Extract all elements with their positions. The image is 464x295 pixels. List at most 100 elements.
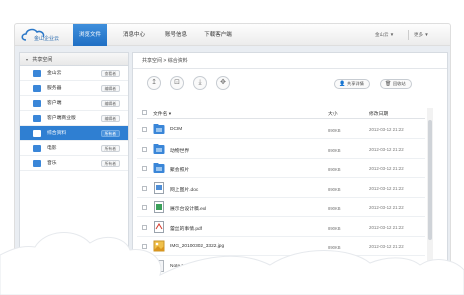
menu-divider: [408, 30, 409, 40]
row-checkbox[interactable]: [142, 224, 147, 230]
scrollbar-thumb[interactable]: [428, 120, 432, 240]
sidebar-item-label: 金山云: [47, 71, 62, 76]
file-browser-panel: 共享空间 > 综合资料 ↥ ⊡ ⤓ ✥ 👤 共享详情 🗑 回收站 文件名 ▾ 大…: [132, 52, 448, 295]
logo[interactable]: 金山企业云: [20, 26, 72, 44]
role-badge: 所有者: [100, 145, 120, 152]
sidebar-list: 金山云 查看者 服务器 编辑者 客户端 编辑者 客户端商业版 编辑者 综合资料 所有者 电影 所有者音…: [20, 66, 128, 171]
row-checkbox[interactable]: [142, 166, 147, 171]
role-badge: 所有者: [100, 130, 120, 137]
table-row[interactable]: 蕾丝的事情.pdf 890KB 2012-03-12 21:22: [137, 218, 425, 237]
file-modified-date: 2012-03-12 21:22: [369, 185, 404, 191]
file-name[interactable]: 蕾丝的事情.pdf: [170, 225, 202, 232]
file-modified-date: 2012-03-12 21:22: [369, 224, 404, 230]
recycle-bin-label: 回收站: [393, 81, 406, 86]
shared-folder-icon: [33, 145, 41, 152]
sidebar-item-6[interactable]: 音乐 所有者: [20, 156, 128, 171]
file-size: 890KB: [328, 186, 341, 192]
select-all-checkbox[interactable]: [142, 110, 147, 115]
shared-folder-icon: [33, 70, 41, 77]
row-checkbox[interactable]: [142, 263, 147, 269]
table-row[interactable]: IMG_20100302_3322.jpg 890KB 2012-03-12 21:…: [137, 237, 425, 256]
sidebar: ▾ 共享空间 金山云 查看者 服务器 编辑者 客户端 编辑者 客户端商业版 编辑者 综合资料 所有…: [19, 52, 129, 292]
row-checkbox[interactable]: [142, 146, 147, 152]
table-row[interactable]: 动物世界 890KB 2012-03-12 21:22: [137, 140, 425, 159]
sidebar-item-label: 综合资料: [47, 131, 67, 136]
row-checkbox[interactable]: [142, 205, 147, 210]
pdf-icon: [153, 220, 165, 233]
sidebar-header[interactable]: ▾ 共享空间: [20, 53, 128, 66]
word-document-icon: [153, 181, 165, 194]
nav-browse-files[interactable]: 浏览文件: [73, 24, 107, 46]
table-row[interactable]: 网上图片.doc 890KB 2012-03-12 21:22: [137, 179, 425, 198]
file-modified-date: 2012-03-12 21:22: [369, 166, 404, 171]
column-name[interactable]: 文件名 ▾: [153, 110, 171, 117]
upload-button[interactable]: ↥: [147, 76, 161, 90]
sidebar-item-label: 音乐: [47, 161, 57, 166]
table-row[interactable]: 展示台设计稿.exl 890KB 2012-03-12 21:22: [137, 198, 425, 217]
move-icon: ✥: [220, 79, 226, 86]
table-row[interactable]: DCIM 890KB 2012-03-12 21:22: [137, 120, 425, 139]
sidebar-item-0[interactable]: 金山云 查看者: [20, 66, 128, 81]
nav-account-info[interactable]: 账号信息: [161, 24, 191, 46]
nav-download-client[interactable]: 下载客户端: [201, 24, 235, 46]
folder-icon: [153, 143, 165, 155]
role-badge: 编辑者: [100, 115, 120, 122]
shared-folder-icon: [33, 85, 41, 92]
more-menu[interactable]: 更多 ▼: [414, 24, 429, 46]
file-name[interactable]: 网上图片.doc: [170, 186, 198, 193]
file-name[interactable]: IMG_20100302_3322.jpg: [170, 244, 224, 249]
vertical-scrollbar[interactable]: [427, 108, 433, 290]
file-size: 890KB: [328, 167, 341, 172]
file-modified-date: 2012-03-12 21:22: [369, 244, 404, 249]
row-checkbox[interactable]: [142, 244, 147, 249]
table-row[interactable]: 聚会照片 890KB 2012-03-12 21:22: [137, 159, 425, 178]
file-name[interactable]: 聚会照片: [170, 166, 189, 173]
sidebar-item-5[interactable]: 电影 所有者: [20, 141, 128, 156]
text-file-icon: [153, 259, 165, 272]
column-modified[interactable]: 修改日期: [369, 110, 388, 117]
breadcrumb-root[interactable]: 共享空间: [142, 58, 162, 64]
sidebar-header-label: 共享空间: [32, 57, 53, 63]
file-modified-date: 2012-03-12 21:22: [369, 205, 404, 210]
table-header: 文件名 ▾ 大小 修改日期: [137, 108, 425, 119]
sidebar-item-3[interactable]: 客户端商业版 编辑者: [20, 111, 128, 126]
sidebar-item-label: 客户端: [47, 101, 62, 106]
file-modified-date: 2012-03-12 21:22: [369, 263, 404, 269]
new-folder-button[interactable]: ⊡: [170, 76, 184, 90]
download-button[interactable]: ⤓: [193, 76, 207, 90]
shared-folder-icon: [33, 100, 41, 107]
sidebar-item-1[interactable]: 服务器 编辑者: [20, 81, 128, 96]
file-modified-date: 2012-03-12 21:22: [369, 146, 404, 152]
upload-icon: ↥: [151, 79, 157, 86]
share-detail-button[interactable]: 👤 共享详情: [334, 79, 370, 89]
sidebar-item-2[interactable]: 客户端 编辑者: [20, 96, 128, 111]
column-size[interactable]: 大小: [328, 110, 338, 117]
file-name[interactable]: 动物世界: [170, 147, 189, 154]
divider: [133, 68, 447, 69]
move-button[interactable]: ✥: [216, 76, 230, 90]
user-icon: 👤: [339, 81, 346, 87]
role-badge: 查看者: [100, 70, 120, 77]
file-name[interactable]: 展示台设计稿.exl: [170, 205, 206, 212]
role-badge: 所有者: [100, 160, 120, 167]
file-name[interactable]: Note.txt: [170, 264, 187, 269]
row-checkbox[interactable]: [142, 127, 147, 132]
download-icon: ⤓: [198, 79, 202, 86]
collapse-triangle-icon: ▾: [26, 57, 29, 62]
file-size: 890KB: [328, 225, 341, 231]
recycle-bin-button[interactable]: 🗑 回收站: [380, 79, 412, 89]
sidebar-item-label: 客户端商业版: [47, 116, 76, 121]
table-row[interactable]: Note.txt 890KB 2012-03-12 21:22: [137, 257, 425, 276]
file-size: 890KB: [328, 245, 341, 250]
role-badge: 编辑者: [100, 85, 120, 92]
content-area: ▾ 共享空间 金山云 查看者 服务器 编辑者 客户端 编辑者 客户端商业版 编辑者 综合资料 所有…: [14, 46, 451, 295]
shared-folder-icon: [33, 130, 41, 137]
nav-message-center[interactable]: 消息中心: [119, 24, 149, 46]
sidebar-item-4[interactable]: 综合资料 所有者: [20, 126, 128, 141]
share-detail-label: 共享详情: [347, 81, 364, 86]
sidebar-item-label: 电影: [47, 146, 57, 151]
user-menu[interactable]: 金山云 ▼: [375, 24, 394, 46]
sidebar-item-label: 服务器: [47, 86, 62, 91]
row-checkbox[interactable]: [142, 185, 147, 191]
file-name[interactable]: DCIM: [170, 127, 182, 132]
